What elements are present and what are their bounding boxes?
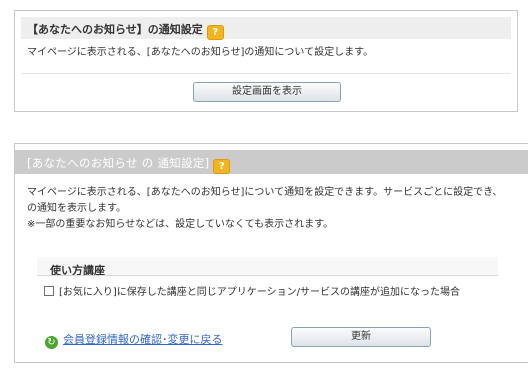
notification-settings-panel-detail: [あなたへのお知らせ の 通知設定]? マイページに表示される、[あなたへのお知… <box>14 143 528 363</box>
notification-settings-panel-summary: 【あなたへのお知らせ】の通知設定? マイページに表示される、[あなたへのお知らせ… <box>14 10 518 112</box>
description-line-1: マイページに表示される、[あなたへのお知らせ]について通知を設定できます。サービ… <box>27 187 503 198</box>
panel-title: [あなたへのお知らせ の 通知設定]? <box>27 155 231 174</box>
panel-header: 【あなたへのお知らせ】の通知設定? <box>21 17 511 40</box>
update-button[interactable]: 更新 <box>291 327 431 347</box>
help-icon[interactable]: ? <box>206 25 224 40</box>
help-icon[interactable]: ? <box>213 159 231 174</box>
panel-title: 【あなたへのお知らせ】の通知設定? <box>27 21 224 40</box>
section-divider <box>37 275 498 276</box>
back-link-text[interactable]: 会員登録情報の確認･変更に戻る <box>63 333 223 346</box>
show-settings-button[interactable]: 設定画面を表示 <box>193 82 341 102</box>
back-to-member-info-link[interactable]: ↻ 会員登録情報の確認･変更に戻る <box>45 331 223 349</box>
favorites-course-checkbox-label[interactable]: [お気に入り]に保存した講座と同じアプリケーション/サービスの講座が追加になった… <box>59 283 460 298</box>
panel-description: マイページに表示される、[あなたへのお知らせ]の通知について設定します。 <box>27 47 374 58</box>
panel-title-text: 【あなたへのお知らせ】の通知設定 <box>27 23 203 36</box>
divider <box>21 73 511 74</box>
favorites-course-checkbox[interactable] <box>44 286 54 296</box>
section-header-background <box>37 257 498 275</box>
panel-header: [あなたへのお知らせ の 通知設定]? <box>15 150 528 174</box>
panel-title-text: [あなたへのお知らせ の 通知設定] <box>27 156 210 170</box>
description-line-2: の通知を表示します。 <box>27 203 126 214</box>
circular-arrow-icon: ↻ <box>45 336 58 349</box>
description-line-3: ※一部の重要なお知らせなどは、設定していなくても表示されます。 <box>27 219 334 230</box>
